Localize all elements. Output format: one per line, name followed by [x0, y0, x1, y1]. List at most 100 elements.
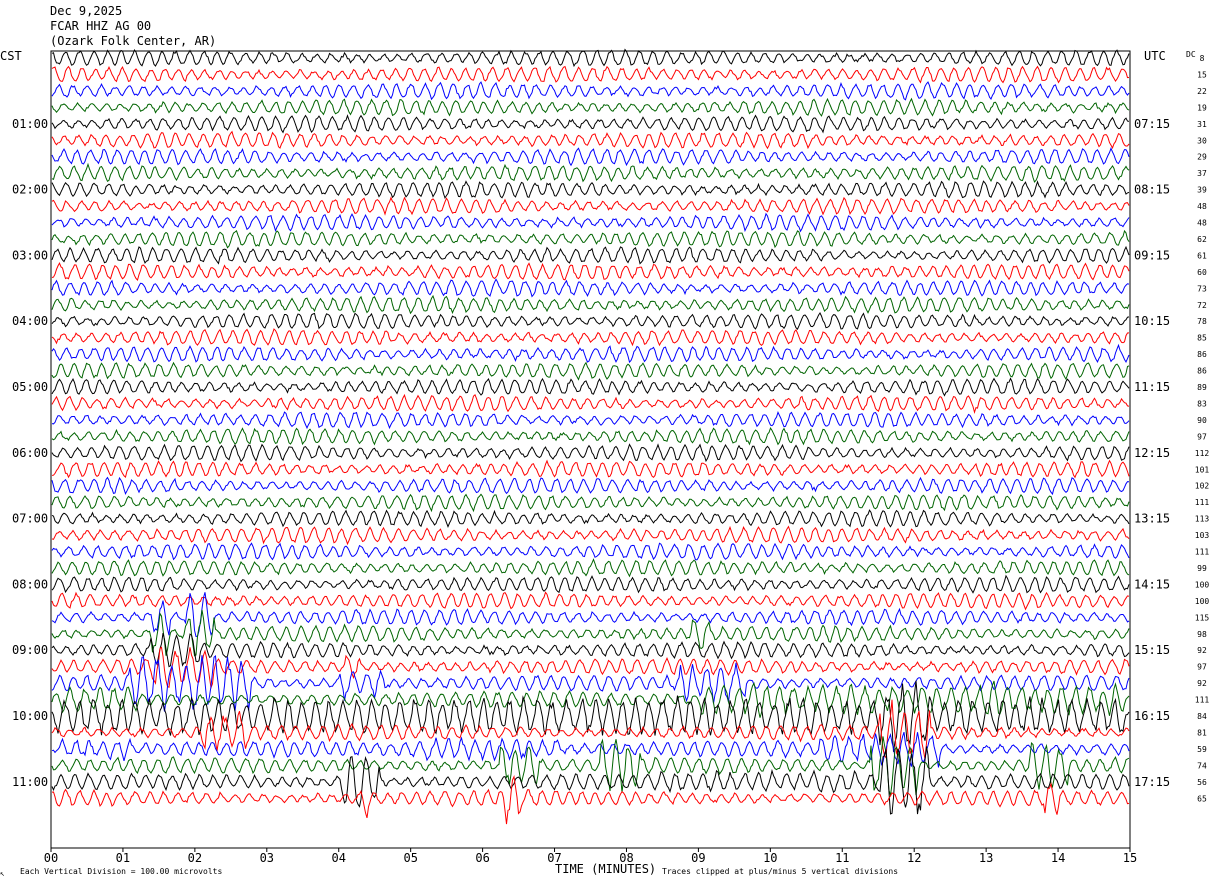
seismogram-trace-row-39 [51, 680, 1130, 718]
dc-offset-label: 61 [1197, 251, 1207, 260]
seismogram-trace-row-26 [51, 476, 1130, 496]
seismogram-trace-row-12 [51, 245, 1130, 265]
seismogram-trace-row-3 [51, 97, 1130, 117]
utc-hour-label: 15:15 [1134, 643, 1170, 657]
utc-hour-label: 14:15 [1134, 577, 1170, 591]
dc-offset-label: 102 [1195, 482, 1210, 491]
dc-offset-label: 30 [1197, 136, 1207, 145]
cst-hour-label: 07:00 [12, 512, 48, 526]
dc-offset-label: 74 [1197, 761, 1207, 770]
x-tick-label: 05 [403, 851, 417, 865]
seismogram-trace-row-7 [51, 162, 1130, 183]
dc-offset-label: 22 [1197, 87, 1207, 96]
cst-hour-label: 09:00 [12, 643, 48, 657]
seismogram-trace-row-18 [51, 343, 1130, 364]
seismogram-trace-row-21 [51, 393, 1130, 414]
seismogram-trace-row-4 [51, 114, 1130, 134]
dc-offset-label: 86 [1197, 350, 1207, 359]
seismogram-trace-row-25 [51, 459, 1130, 479]
cst-hour-label: 11:00 [12, 775, 48, 789]
utc-hour-label: 10:15 [1134, 314, 1170, 328]
seismogram-trace-row-32 [51, 574, 1130, 594]
dc-offset-label: 99 [1197, 564, 1207, 573]
right-zone-label: UTC [1144, 49, 1166, 63]
seismogram-trace-row-16 [51, 312, 1130, 330]
x-tick-label: 02 [188, 851, 202, 865]
dc-offset-label: 37 [1197, 169, 1207, 178]
seismogram-trace-row-23 [51, 426, 1130, 446]
utc-hour-label: 17:15 [1134, 775, 1170, 789]
seismogram-trace-row-43 [51, 736, 1130, 796]
x-tick-label: 00 [44, 851, 58, 865]
seismogram-trace-row-6 [51, 147, 1130, 167]
dc-offset-label: 39 [1197, 186, 1207, 195]
dc-offset-label: 92 [1197, 679, 1207, 688]
seismogram-trace-row-10 [51, 212, 1130, 233]
seismogram-trace-row-31 [51, 558, 1130, 578]
seismogram-trace-row-13 [51, 262, 1130, 281]
seismogram-trace-row-30 [51, 542, 1130, 561]
x-tick-label: 06 [475, 851, 489, 865]
dc-offset-label: 48 [1197, 219, 1207, 228]
dc-offset-label: 8 [1200, 54, 1205, 63]
seismogram-trace-row-27 [51, 493, 1130, 513]
x-tick-label: 03 [260, 851, 274, 865]
cst-hour-label: 02:00 [12, 183, 48, 197]
dc-offset-label: 115 [1195, 613, 1210, 622]
scale-note: Each Vertical Division = 100.00 microvol… [20, 867, 222, 876]
seismogram-trace-row-29 [51, 525, 1130, 546]
seismogram-trace-row-1 [51, 65, 1130, 84]
seismogram-trace-row-15 [51, 294, 1130, 315]
dc-offset-label: 98 [1197, 630, 1207, 639]
dc-offset-label: 83 [1197, 399, 1207, 408]
x-tick-label: 09 [691, 851, 705, 865]
seismogram-trace-row-19 [51, 361, 1130, 381]
utc-hour-label: 09:15 [1134, 248, 1170, 262]
x-tick-label: 13 [979, 851, 993, 865]
seismogram-trace-row-45 [51, 774, 1130, 825]
dc-offset-label: 81 [1197, 728, 1207, 737]
dc-offset-label: 111 [1195, 498, 1210, 507]
x-tick-label: 14 [1051, 851, 1065, 865]
dc-offset-label: 97 [1197, 663, 1207, 672]
seismogram-trace-row-0 [51, 48, 1130, 68]
seismogram-trace-row-5 [51, 130, 1130, 150]
seismogram-trace-row-33 [51, 591, 1130, 611]
x-tick-label: 15 [1123, 851, 1137, 865]
dc-header-label: DC [1186, 50, 1196, 59]
utc-hour-label: 08:15 [1134, 183, 1170, 197]
cst-hour-label: 08:00 [12, 577, 48, 591]
cst-hour-label: 10:00 [12, 709, 48, 723]
utc-hour-label: 11:15 [1134, 380, 1170, 394]
clip-note: Traces clipped at plus/minus 5 vertical … [662, 867, 898, 876]
dc-offset-label: 112 [1195, 449, 1210, 458]
dc-offset-label: 97 [1197, 432, 1207, 441]
seismogram-trace-row-8 [51, 180, 1130, 200]
dc-offset-label: 89 [1197, 383, 1207, 392]
utc-hour-label: 07:15 [1134, 117, 1170, 131]
x-tick-label: 12 [907, 851, 921, 865]
seismogram-trace-row-22 [51, 411, 1130, 430]
dc-offset-label: 15 [1197, 71, 1207, 80]
dc-offset-label: 60 [1197, 268, 1207, 277]
dc-offset-label: 73 [1197, 284, 1207, 293]
dc-offset-label: 65 [1197, 794, 1207, 803]
helicorder-chart: 8 15 22 19 31 30 29 37 39 48 48 62 61 60 73 72 78 85 86 86 8… [0, 48, 1210, 878]
utc-hour-label: 16:15 [1134, 709, 1170, 723]
utc-hour-label: 12:15 [1134, 446, 1170, 460]
cst-hour-label: 06:00 [12, 446, 48, 460]
dc-offset-label: 113 [1195, 515, 1210, 524]
dc-offset-label: 31 [1197, 120, 1207, 129]
left-zone-label: CST [0, 49, 22, 63]
seismogram-trace-row-11 [51, 229, 1130, 249]
dc-offset-label: 92 [1197, 646, 1207, 655]
x-tick-label: 10 [763, 851, 777, 865]
dc-offset-label: 100 [1195, 580, 1210, 589]
dc-offset-label: 56 [1197, 778, 1207, 787]
dc-offset-label: 101 [1195, 465, 1210, 474]
corner-mark: ↖ [0, 869, 5, 878]
seismogram-trace-row-9 [51, 196, 1130, 216]
x-tick-label: 01 [116, 851, 130, 865]
dc-offset-label: 19 [1197, 103, 1207, 112]
seismogram-trace-row-38 [51, 655, 1130, 712]
